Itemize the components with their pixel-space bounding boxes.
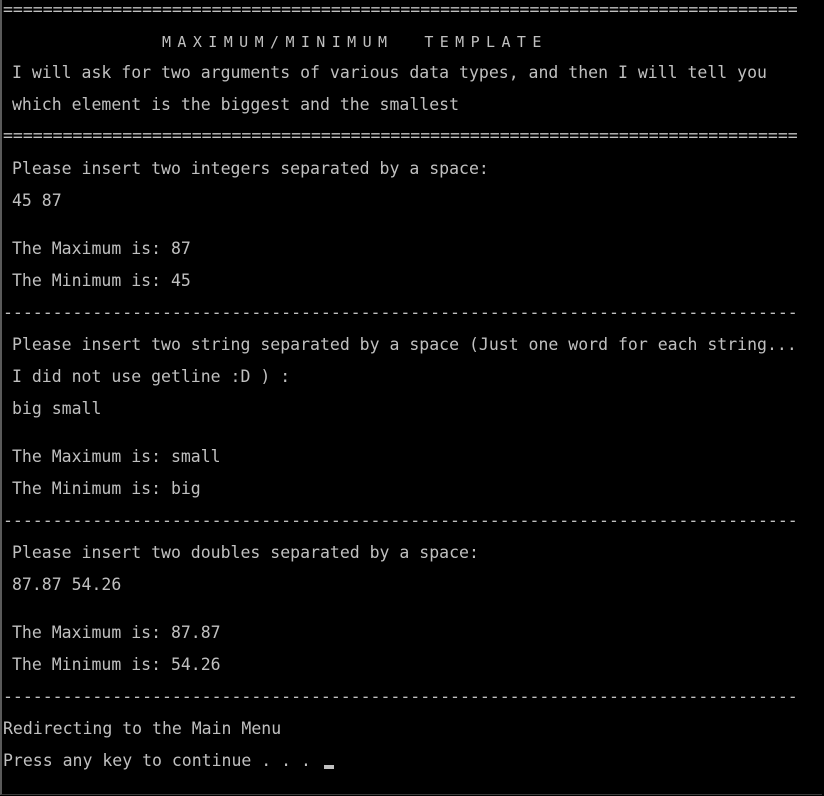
template-title: MAXIMUM/MINIMUM TEMPLATE — [162, 33, 548, 51]
separator-single: ----------------------------------------… — [3, 687, 798, 706]
intro-text: which element is the biggest and the sma… — [12, 95, 460, 114]
separator-single: ----------------------------------------… — [3, 511, 798, 530]
string-maximum: The Maximum is: small — [12, 447, 221, 466]
intro-text: I will ask for two arguments of various … — [12, 63, 767, 82]
string-prompt-note: I did not use getline :D ) : — [12, 367, 291, 386]
string-prompt: Please insert two string separated by a … — [12, 335, 797, 354]
separator-double: ========================================… — [3, 0, 798, 19]
console-window[interactable]: ========================================… — [0, 0, 822, 795]
integer-prompt: Please insert two integers separated by … — [12, 159, 489, 178]
continue-prompt: Press any key to continue . . . — [3, 751, 321, 770]
separator-single: ----------------------------------------… — [3, 303, 798, 322]
string-minimum: The Minimum is: big — [12, 479, 201, 498]
string-input: big small — [12, 399, 102, 418]
text-cursor — [324, 765, 334, 769]
double-prompt: Please insert two doubles separated by a… — [12, 543, 479, 562]
double-maximum: The Maximum is: 87.87 — [12, 623, 221, 642]
integer-minimum: The Minimum is: 45 — [12, 271, 191, 290]
double-input: 87.87 54.26 — [12, 575, 122, 594]
redirect-message: Redirecting to the Main Menu — [3, 719, 282, 738]
separator-double: ========================================… — [3, 126, 798, 145]
double-minimum: The Minimum is: 54.26 — [12, 655, 221, 674]
integer-input: 45 87 — [12, 191, 62, 210]
integer-maximum: The Maximum is: 87 — [12, 239, 191, 258]
